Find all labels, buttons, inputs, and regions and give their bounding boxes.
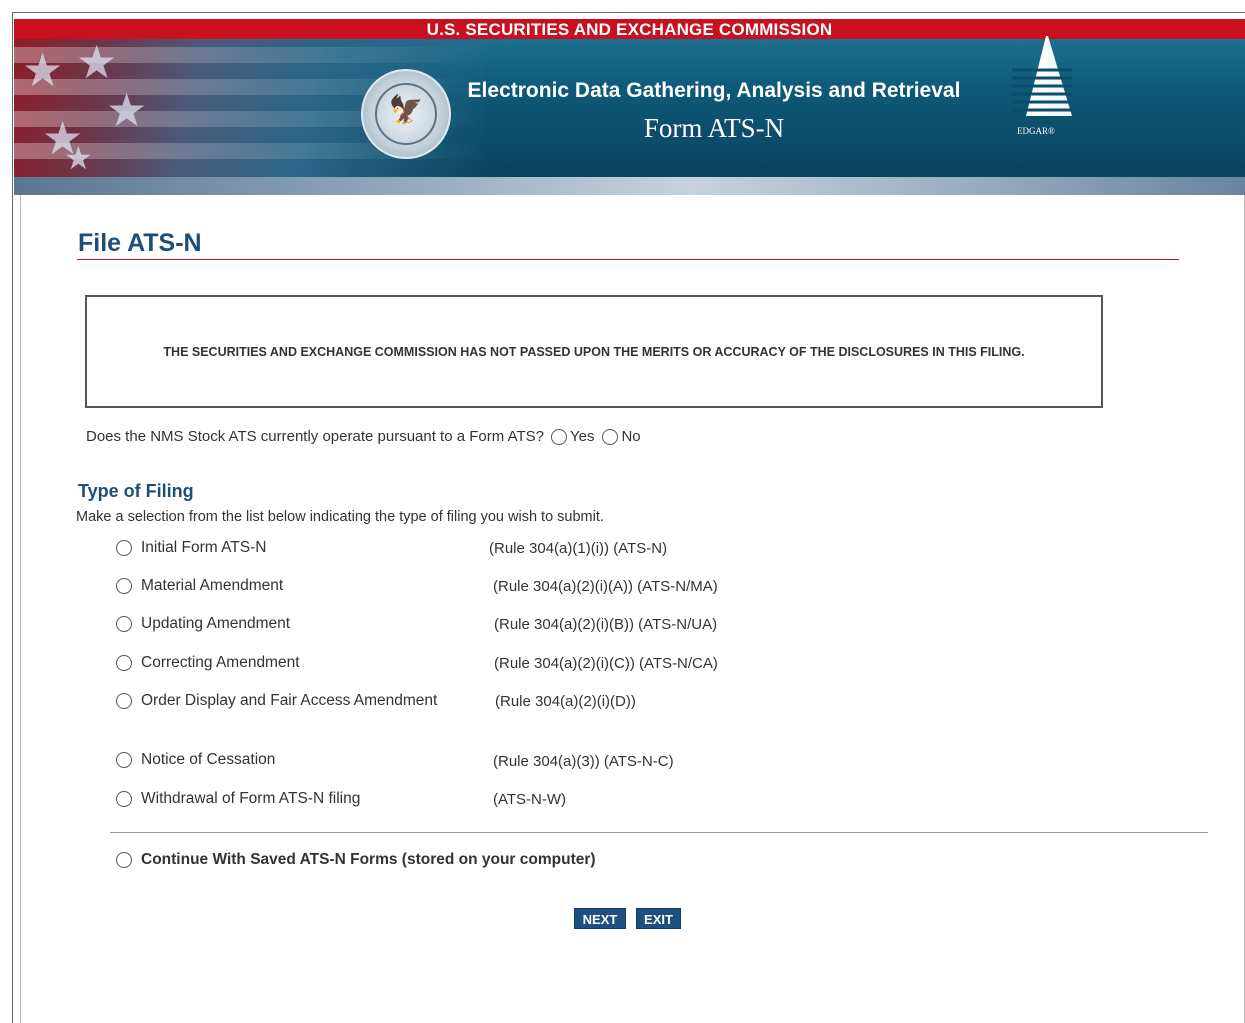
filing-cessation-rule: (Rule 304(a)(3)) (ATS-N-C) [493,753,674,770]
filing-material-radio[interactable] [116,578,132,594]
continue-saved-label: Continue With Saved ATS-N Forms (stored … [141,851,596,868]
question-yes-label: Yes [569,428,595,445]
filing-cessation-radio[interactable] [116,752,132,768]
filing-order-display-rule: (Rule 304(a)(2)(i)(D)) [495,693,636,710]
next-button[interactable]: NEXT [574,908,626,929]
section-divider [110,832,1208,833]
filing-option-withdrawal[interactable]: Withdrawal of Form ATS-N filing [116,790,360,808]
edgar-logo-icon [1012,36,1072,116]
question-text: Does the NMS Stock ATS currently operate… [86,428,544,445]
filing-option-updating[interactable]: Updating Amendment [116,615,290,633]
filing-material-rule: (Rule 304(a)(2)(i)(A)) (ATS-N/MA) [493,578,718,595]
filing-material-label: Material Amendment [141,577,284,594]
filing-updating-rule: (Rule 304(a)(2)(i)(B)) (ATS-N/UA) [494,616,718,633]
continue-saved-option[interactable]: Continue With Saved ATS-N Forms (stored … [116,851,596,869]
filing-option-cessation[interactable]: Notice of Cessation [116,751,275,769]
question-no-label: No [621,428,641,445]
filing-updating-label: Updating Amendment [141,615,291,632]
filing-correcting-rule: (Rule 304(a)(2)(i)(C)) (ATS-N/CA) [494,655,718,672]
filing-withdrawal-rule: (ATS-N-W) [493,791,567,808]
filing-correcting-radio[interactable] [116,655,132,671]
filing-withdrawal-radio[interactable] [116,791,132,807]
filing-initial-label: Initial Form ATS-N [141,539,267,556]
page-title: File ATS-N [78,229,202,257]
disclaimer-text: THE SECURITIES AND EXCHANGE COMMISSION H… [163,344,1025,359]
disclaimer-box: THE SECURITIES AND EXCHANGE COMMISSION H… [85,295,1103,408]
filing-option-correcting[interactable]: Correcting Amendment [116,654,300,672]
edgar-logo-label: EDGAR® [1017,126,1055,136]
filing-option-material[interactable]: Material Amendment [116,577,283,595]
question-no-radio[interactable] [602,428,619,445]
title-divider [77,259,1179,260]
system-title: Electronic Data Gathering, Analysis and … [467,79,961,102]
filing-order-display-radio[interactable] [116,693,132,709]
filing-correcting-label: Correcting Amendment [141,654,300,671]
banner-divider [14,177,1245,195]
exit-button[interactable]: EXIT [636,908,681,929]
form-ats-question: Does the NMS Stock ATS currently operate… [86,428,642,445]
continue-saved-radio[interactable] [116,852,132,868]
filing-cessation-label: Notice of Cessation [141,751,276,768]
question-yes-radio[interactable] [550,428,567,445]
filing-updating-radio[interactable] [116,616,132,632]
filing-type-heading: Type of Filing [78,481,194,501]
filing-option-initial[interactable]: Initial Form ATS-N [116,539,266,557]
filing-withdrawal-label: Withdrawal of Form ATS-N filing [141,790,361,807]
filing-option-order-display[interactable]: Order Display and Fair Access Amendment [116,692,437,710]
filing-initial-radio[interactable] [116,540,132,556]
filing-type-description: Make a selection from the list below ind… [76,509,604,525]
form-name: Form ATS-N [643,113,785,143]
filing-initial-rule: (Rule 304(a)(1)(i)) (ATS-N) [489,540,668,557]
filing-order-display-label: Order Display and Fair Access Amendment [141,692,438,709]
